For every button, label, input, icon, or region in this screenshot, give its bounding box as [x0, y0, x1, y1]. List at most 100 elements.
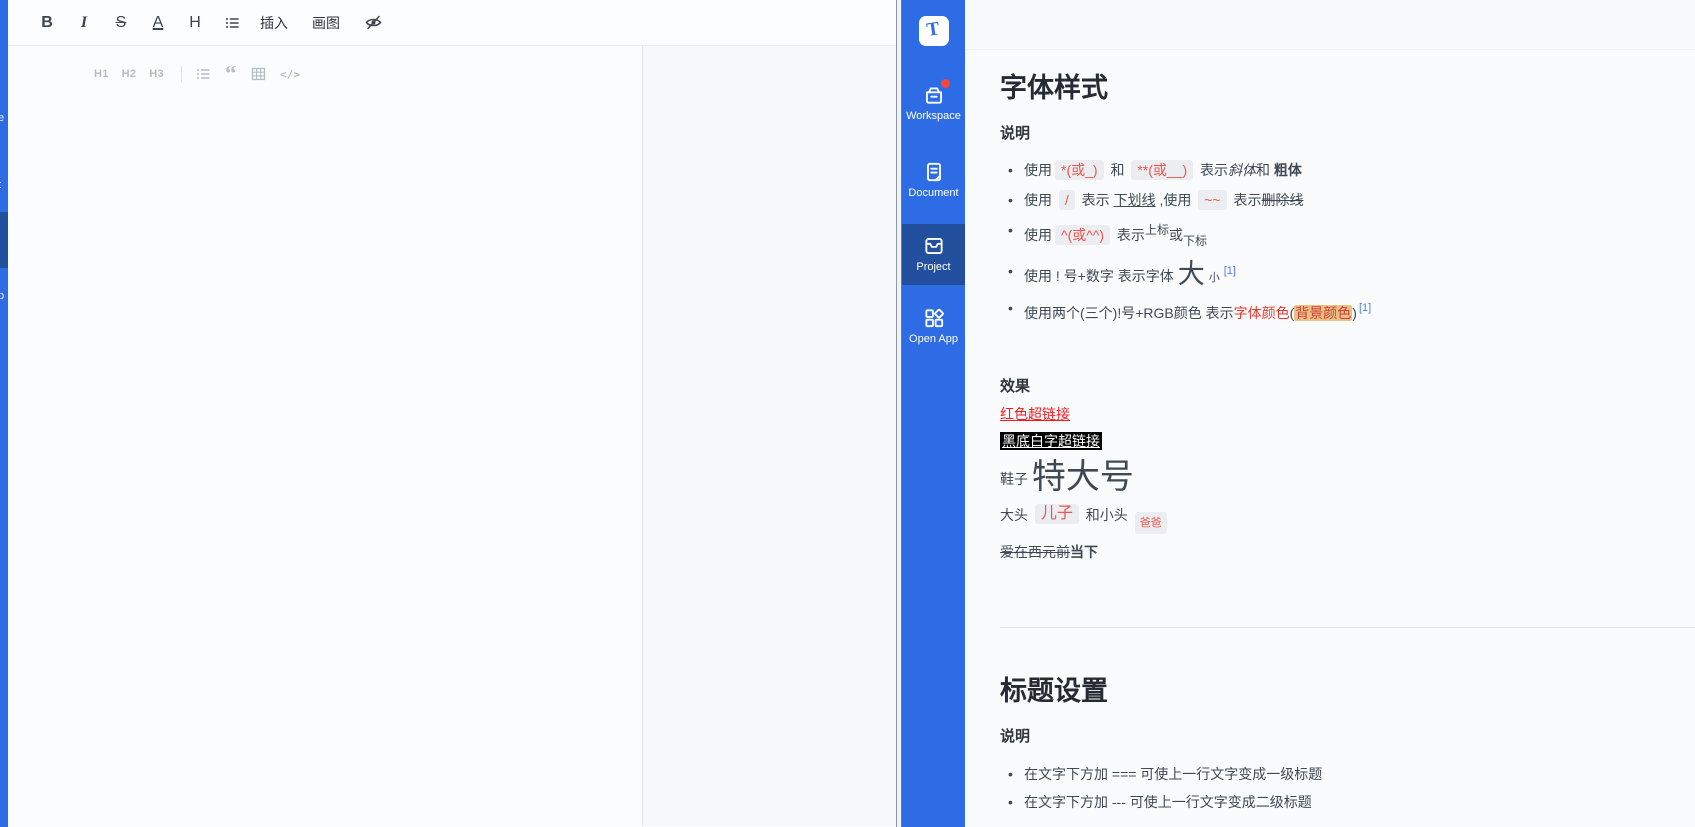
text: 和 — [1256, 162, 1274, 178]
format-bar: H1 H2 H3 “ </> — [94, 62, 642, 85]
sidebar-item-label: Open App — [909, 333, 958, 345]
h2-button[interactable]: H2 — [122, 68, 137, 80]
text: 大头 — [1000, 507, 1032, 523]
inline-code: ^(或^^) — [1055, 225, 1111, 245]
bullet-underline-strike: 使用 / 表示 下划线 ,使用 ~~ 表示删除线 — [1000, 185, 1675, 215]
toggle-preview-button[interactable] — [358, 7, 389, 39]
insert-button[interactable]: 插入 — [254, 7, 294, 39]
sidebar-item-label: Project — [916, 261, 951, 273]
subscript-sample: 下标 — [1182, 234, 1207, 248]
inline-code: ~~ — [1198, 190, 1227, 210]
underline-icon: A — [152, 13, 164, 31]
eye-slash-icon — [365, 15, 382, 30]
open-app-icon — [924, 308, 944, 328]
inline-code: / — [1058, 190, 1075, 210]
effect-red-link-line: 红色超链接 — [1000, 405, 1675, 423]
format-bar-divider — [181, 66, 183, 82]
h3-button[interactable]: H3 — [149, 68, 164, 80]
effect-size-line: 鞋子 特大号 — [1000, 459, 1675, 495]
strike-sample: 爱在西元前 — [1000, 544, 1070, 560]
text: 表示 — [1196, 162, 1229, 178]
draw-label: 画图 — [312, 14, 340, 31]
section-title-font-style: 字体样式 — [1000, 73, 1108, 103]
notification-badge — [940, 79, 950, 88]
bold-sample: 当下 — [1070, 544, 1098, 560]
text: 或 — [1168, 227, 1183, 243]
subtitle-description: 说明 — [1000, 728, 1031, 745]
subtitle-description: 说明 — [1000, 125, 1031, 142]
footnote-link[interactable]: [1] — [1359, 302, 1371, 314]
effect-code-line: 大头 儿子 和小头 爸爸 — [1000, 504, 1675, 534]
clipped-label-fragment: t — [0, 179, 1, 191]
markdown-editor-window: B I S A H 插入 画图 H1 H2 H3 “ </> — [8, 0, 896, 827]
text: 和 — [1106, 162, 1129, 178]
sidebar-item-document[interactable]: Document — [902, 153, 965, 208]
red-hyperlink[interactable]: 红色超链接 — [1000, 406, 1070, 422]
underline-button[interactable]: A — [143, 7, 173, 39]
h1-button[interactable]: H1 — [94, 68, 109, 80]
section-divider — [1000, 627, 1695, 628]
sidebar-item-label: Document — [908, 187, 959, 199]
text: 使用 — [1024, 227, 1052, 243]
strikethrough-button[interactable]: S — [106, 7, 136, 39]
black-bg-hyperlink[interactable]: 黑底白字超链接 — [1000, 432, 1102, 450]
effect-heading: 效果 — [1000, 378, 1031, 395]
effect-strike-line: 爱在西元前当下 — [1000, 543, 1675, 561]
unordered-list-icon — [197, 69, 210, 79]
superscript-sample: 上标 — [1144, 223, 1169, 237]
bullet-font-color: 使用两个(三个)!号+RGB颜色 表示字体颜色(背景颜色)[1] — [1000, 293, 1675, 328]
bullet-sup-sub: 使用^(或^^) 表示上标或下标 — [1000, 215, 1675, 256]
font-color-sample: 字体颜色 — [1233, 305, 1290, 321]
inline-code: **(或__) — [1131, 160, 1194, 180]
insert-label: 插入 — [260, 14, 288, 31]
sidebar-item-project[interactable]: Project — [902, 224, 965, 285]
text: 使用 — [1024, 162, 1052, 178]
underline-sample: 下划线 — [1113, 192, 1156, 208]
heading-icon: H — [189, 13, 201, 31]
sidebar-item-label: Workspace — [906, 110, 961, 122]
clipped-label-fragment: p — [0, 290, 5, 302]
sidebar-item-open-app[interactable]: Open App — [902, 299, 965, 354]
editor-input-pane[interactable]: H1 H2 H3 “ </> — [8, 46, 642, 826]
big-font-sample: 大 — [1177, 259, 1205, 289]
editor-body: H1 H2 H3 “ </> — [8, 46, 896, 826]
code-block-button[interactable]: </> — [280, 68, 301, 81]
clipped-label-fragment: e — [0, 112, 5, 124]
italic-button[interactable]: I — [69, 7, 99, 39]
bold-icon: B — [41, 13, 53, 31]
effect-black-link-line: 黑底白字超链接 — [1000, 432, 1675, 450]
heading-bullet-list: 在文字下方加 === 可使上一行文字变成一级标题 在文字下方加 --- 可使上一… — [1000, 760, 1675, 816]
table-button[interactable] — [250, 66, 267, 82]
heading-button[interactable]: H — [180, 7, 210, 39]
footnote-link[interactable]: [1] — [1224, 265, 1236, 277]
editor-preview-pane — [643, 46, 896, 826]
bold-button[interactable]: B — [32, 7, 62, 39]
text: 鞋子 — [1000, 471, 1032, 487]
editor-toolbar: B I S A H 插入 画图 — [8, 0, 896, 46]
text: 表示 — [1077, 192, 1114, 208]
draw-button[interactable]: 画图 — [306, 7, 346, 39]
strikethrough-icon: S — [115, 13, 127, 31]
bullet-font-size: 使用 ! 号+数字 表示字体大小 [1] — [1000, 256, 1675, 293]
list-button[interactable] — [217, 7, 247, 39]
project-icon — [924, 237, 943, 255]
document-icon — [926, 162, 941, 182]
text: 在文字下方加 --- 可使上一行文字变成二级标题 — [1024, 794, 1312, 810]
sidebar-item-workspace[interactable]: Workspace — [902, 76, 965, 131]
table-icon — [251, 67, 265, 81]
app-logo[interactable]: T — [918, 16, 949, 46]
app-sidebar: T Workspace Document Project Open App — [902, 0, 965, 827]
section-title-headings: 标题设置 — [1000, 676, 1108, 706]
app-logo-letter: T — [925, 18, 942, 41]
bullet-emphasis: 使用*(或_) 和 **(或__) 表示斜体和 粗体 — [1000, 155, 1675, 185]
italic-sample: 斜体 — [1228, 162, 1257, 178]
extra-large-sample: 特大号 — [1031, 458, 1134, 496]
unordered-list-button[interactable] — [195, 66, 212, 82]
bullet-h2-rule: 在文字下方加 --- 可使上一行文字变成二级标题 — [1000, 788, 1675, 816]
help-panel: 字体样式 说明 使用*(或_) 和 **(或__) 表示斜体和 粗体 使用 / … — [965, 0, 1695, 827]
text: ) — [1352, 305, 1357, 321]
list-icon — [226, 17, 239, 28]
blockquote-button[interactable]: “ — [225, 62, 237, 85]
help-panel-header — [965, 0, 1695, 50]
italic-icon: I — [80, 13, 88, 31]
